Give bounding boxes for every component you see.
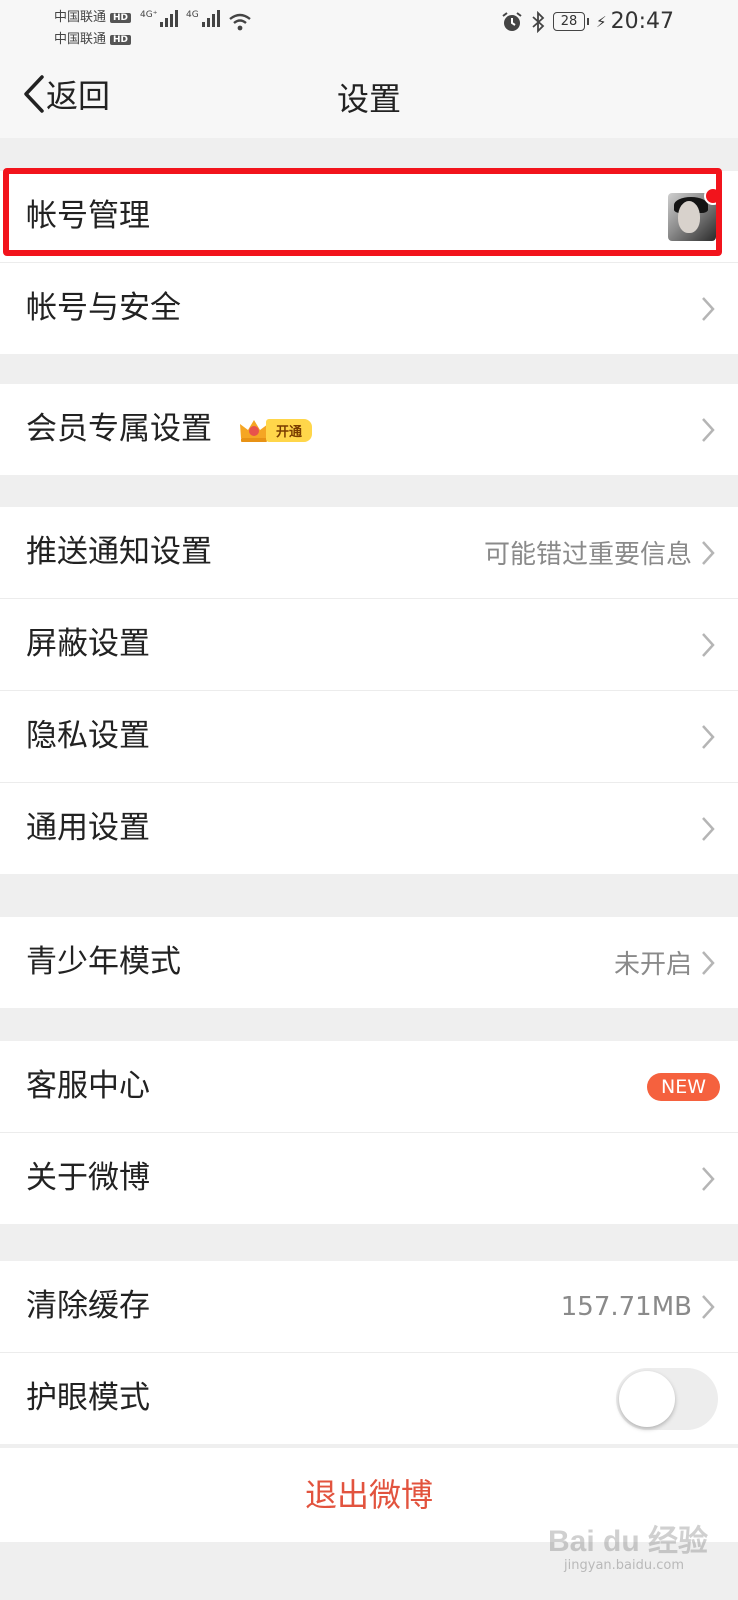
chevron-right-icon <box>702 816 715 841</box>
clear-cache-row[interactable]: 清除缓存 157.71MB <box>0 1261 738 1353</box>
youth-mode-row[interactable]: 青少年模式 未开启 <box>0 917 738 1008</box>
push-settings-label: 推送通知设置 <box>26 534 212 570</box>
block-settings-row[interactable]: 屏蔽设置 <box>0 599 738 691</box>
vip-open-label: 开通 <box>266 418 313 442</box>
chevron-right-icon <box>702 632 715 657</box>
about-weibo-row[interactable]: 关于微博 <box>0 1133 738 1224</box>
bluetooth-icon <box>532 10 545 33</box>
signal-1-icon: 4G⁺ <box>140 10 179 27</box>
watermark-logo: Bai du 经验 <box>547 1525 708 1558</box>
chevron-right-icon <box>702 950 715 975</box>
signal-2-icon: 4G <box>186 10 220 27</box>
push-settings-value: 可能错过重要信息 <box>483 540 692 570</box>
clock: 20:47 <box>610 9 674 34</box>
chevron-right-icon <box>702 724 715 749</box>
new-badge: NEW <box>646 1072 720 1101</box>
help-group: 客服中心 NEW 关于微博 <box>0 1041 738 1224</box>
chevron-right-icon <box>702 417 715 442</box>
chevron-right-icon <box>702 540 715 565</box>
vip-settings-row[interactable]: 会员专属设置 开通 <box>0 384 738 475</box>
block-settings-label: 屏蔽设置 <box>26 626 150 662</box>
alarm-icon <box>502 11 522 31</box>
vip-open-badge[interactable]: 开通 <box>238 416 313 444</box>
general-settings-label: 通用设置 <box>26 810 150 846</box>
about-weibo-label: 关于微博 <box>26 1160 150 1196</box>
account-security-label: 帐号与安全 <box>26 290 181 326</box>
customer-service-label: 客服中心 <box>26 1068 150 1104</box>
notification-dot <box>704 186 722 205</box>
avatar <box>668 186 722 241</box>
youth-mode-label: 青少年模式 <box>26 944 181 980</box>
charging-icon: ⚡ <box>596 12 607 31</box>
eye-mode-row: 护眼模式 <box>0 1353 738 1444</box>
clear-cache-label: 清除缓存 <box>26 1288 150 1324</box>
account-manage-row[interactable]: 帐号管理 <box>0 171 738 263</box>
chevron-right-icon <box>702 1294 715 1319</box>
cache-size-value: 157.71MB <box>560 1291 692 1322</box>
wifi-icon <box>229 13 251 31</box>
account-manage-label: 帐号管理 <box>26 198 150 234</box>
page-title: 设置 <box>336 80 401 118</box>
account-group: 帐号管理 帐号与安全 <box>0 171 738 354</box>
push-settings-row[interactable]: 推送通知设置 可能错过重要信息 <box>0 507 738 599</box>
status-bar: 中国联通 HD 中国联通 HD 4G⁺ 4G 28 ⚡ 20:47 <box>0 0 738 50</box>
settings-group: 推送通知设置 可能错过重要信息 屏蔽设置 隐私设置 通用设置 <box>0 507 738 874</box>
storage-group: 清除缓存 157.71MB 护眼模式 <box>0 1261 738 1444</box>
watermark-url: jingyan.baidu.com <box>564 1558 684 1573</box>
youth-group: 青少年模式 未开启 <box>0 917 738 1008</box>
toggle-knob <box>619 1370 675 1427</box>
carrier-2: 中国联通 HD <box>54 28 132 47</box>
vip-group: 会员专属设置 开通 <box>0 384 738 475</box>
customer-service-row[interactable]: 客服中心 NEW <box>0 1041 738 1133</box>
chevron-right-icon <box>702 296 715 321</box>
account-security-row[interactable]: 帐号与安全 <box>0 263 738 354</box>
general-settings-row[interactable]: 通用设置 <box>0 783 738 874</box>
nav-bar: 返回 设置 <box>0 50 738 138</box>
privacy-settings-row[interactable]: 隐私设置 <box>0 691 738 783</box>
battery-icon: 28 <box>553 12 590 31</box>
chevron-right-icon <box>702 1166 715 1191</box>
eye-mode-toggle[interactable] <box>616 1367 718 1430</box>
carrier-1: 中国联通 HD <box>54 6 132 25</box>
eye-mode-label: 护眼模式 <box>26 1380 150 1416</box>
vip-settings-label: 会员专属设置 <box>26 411 212 447</box>
privacy-settings-label: 隐私设置 <box>26 718 150 754</box>
youth-mode-value: 未开启 <box>613 950 692 980</box>
